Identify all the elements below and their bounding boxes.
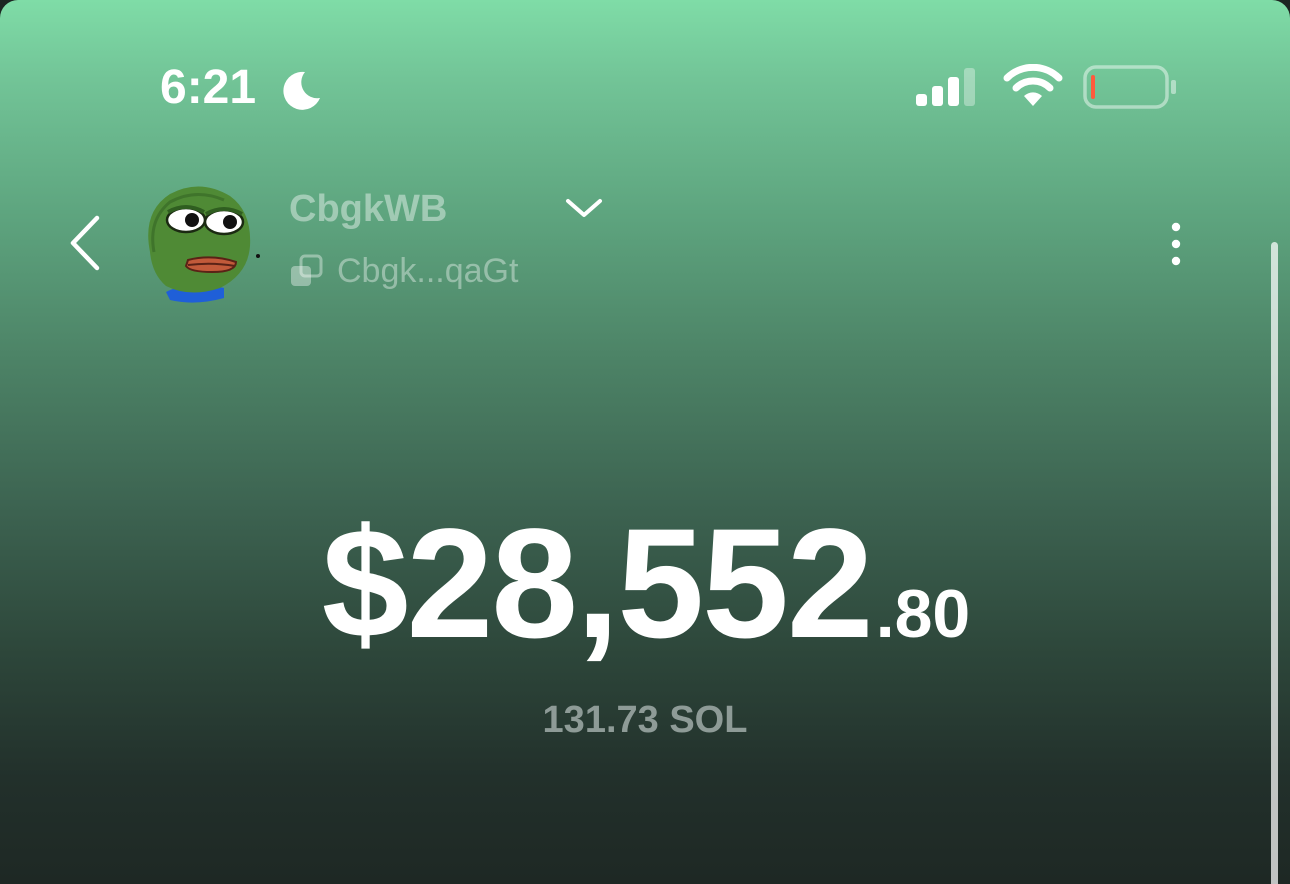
sol-balance: 131.73 SOL — [542, 699, 748, 741]
wallet-screen: 6:21 CbgkWB Cbgk...qaGt $28,552 .80 131.… — [0, 0, 1290, 884]
vertical-ellipsis-icon — [1171, 222, 1181, 266]
copy-address-button[interactable]: Cbgk...qaGt — [289, 250, 518, 292]
avatar[interactable] — [140, 182, 264, 306]
battery-low-icon — [1083, 65, 1176, 109]
usd-balance-cents: .80 — [875, 576, 971, 652]
more-options-button[interactable] — [1154, 216, 1198, 272]
chevron-left-icon — [70, 215, 100, 271]
back-button[interactable] — [60, 210, 110, 276]
wallet-address: Cbgk...qaGt — [337, 252, 519, 290]
wifi-icon — [1003, 64, 1063, 106]
usd-balance: $28,552 .80 — [0, 498, 1290, 670]
account-dropdown-button[interactable] — [558, 188, 610, 228]
status-time: 6:21 — [160, 61, 257, 114]
chevron-down-icon — [566, 199, 602, 217]
account-name[interactable]: CbgkWB — [289, 186, 447, 232]
copy-icon — [291, 254, 323, 286]
moon-icon — [283, 71, 320, 110]
cellular-signal-icon — [916, 68, 975, 106]
usd-balance-main: $28,552 — [321, 497, 874, 671]
